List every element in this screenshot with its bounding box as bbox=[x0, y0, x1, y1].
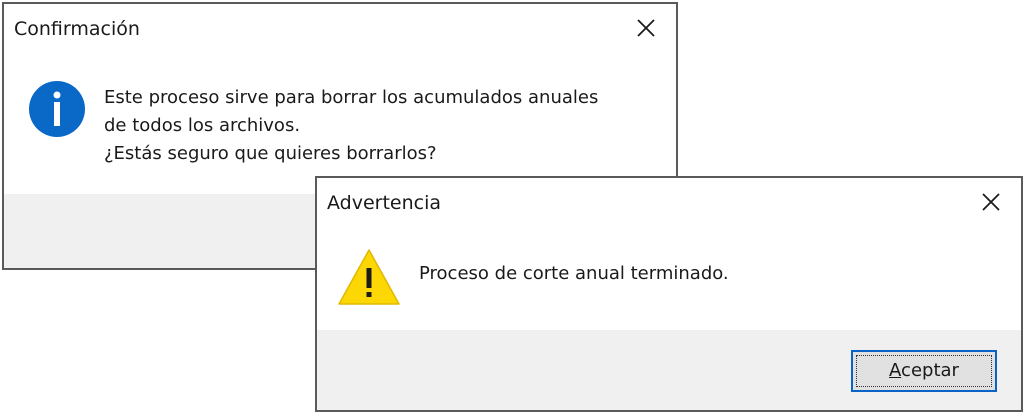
close-icon bbox=[982, 193, 1000, 211]
warning-close-button[interactable] bbox=[977, 188, 1005, 216]
accept-button-label-rest: ceptar bbox=[901, 360, 959, 381]
confirm-message-line: ¿Estás seguro que quieres borrarlos? bbox=[104, 143, 437, 164]
warning-dialog: Advertencia Proceso de corte anual termi… bbox=[315, 176, 1023, 412]
accept-button-mnemonic: A bbox=[889, 360, 902, 381]
warning-message-text: Proceso de corte anual terminado. bbox=[419, 263, 729, 284]
accept-button-label: Aceptar bbox=[889, 360, 959, 381]
confirm-message-line: de todos los archivos. bbox=[104, 115, 301, 136]
confirm-close-button[interactable] bbox=[632, 14, 660, 42]
confirm-message-line: Este proceso sirve para borrar los acumu… bbox=[104, 87, 599, 108]
confirm-message: Este proceso sirve para borrar los acumu… bbox=[104, 84, 598, 168]
warning-message: Proceso de corte anual terminado. bbox=[419, 260, 729, 288]
warning-content: Proceso de corte anual terminado. bbox=[317, 230, 1021, 330]
confirm-title-bar: Confirmación bbox=[4, 4, 676, 56]
confirm-content: Este proceso sirve para borrar los acumu… bbox=[4, 56, 676, 194]
warning-footer: Aceptar bbox=[317, 332, 1021, 410]
warning-icon bbox=[338, 249, 400, 305]
warning-title-bar: Advertencia bbox=[317, 178, 1021, 230]
warning-dialog-title: Advertencia bbox=[327, 192, 442, 214]
accept-button[interactable]: Aceptar bbox=[851, 350, 997, 392]
confirm-dialog-title: Confirmación bbox=[14, 18, 140, 40]
info-icon bbox=[29, 81, 85, 137]
close-icon bbox=[637, 19, 655, 37]
